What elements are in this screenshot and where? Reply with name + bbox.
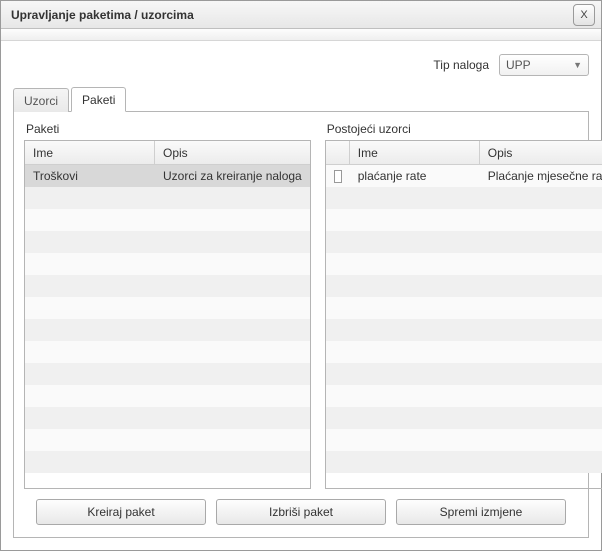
col-header-name[interactable]: Ime xyxy=(350,141,480,164)
table-row xyxy=(25,407,310,429)
table-row xyxy=(25,451,310,473)
close-button[interactable]: X xyxy=(573,4,595,26)
panels: Paketi Ime Opis TroškoviUzorci za kreira… xyxy=(24,122,578,489)
dialog-window: Upravljanje paketima / uzorcima X Tip na… xyxy=(0,0,602,551)
table-row xyxy=(326,429,602,451)
titlebar: Upravljanje paketima / uzorcima X xyxy=(1,1,601,29)
table-row xyxy=(25,319,310,341)
tab-pane-paketi: Paketi Ime Opis TroškoviUzorci za kreira… xyxy=(13,111,589,538)
button-row: Kreiraj paket Izbriši paket Spremi izmje… xyxy=(24,489,578,527)
grid-paketi: Ime Opis TroškoviUzorci za kreiranje nal… xyxy=(24,140,311,489)
tab-bar: Uzorci Paketi xyxy=(13,87,589,111)
table-row xyxy=(326,319,602,341)
col-header-name[interactable]: Ime xyxy=(25,141,155,164)
chevron-down-icon: ▼ xyxy=(573,60,582,70)
table-row xyxy=(25,429,310,451)
order-type-value: UPP xyxy=(506,58,531,72)
panel-uzorci-title: Postojeći uzorci xyxy=(327,122,602,136)
grid-paketi-head: Ime Opis xyxy=(25,141,310,165)
content-area: Tip naloga UPP ▼ Uzorci Paketi Paketi Im… xyxy=(1,41,601,550)
table-row xyxy=(25,363,310,385)
cell-check[interactable] xyxy=(326,170,350,183)
table-row xyxy=(25,209,310,231)
table-row xyxy=(326,363,602,385)
toolbar-strip xyxy=(1,29,601,41)
col-header-desc[interactable]: Opis xyxy=(155,141,310,164)
col-header-check[interactable] xyxy=(326,141,350,164)
grid-uzorci: Ime Opis plaćanje ratePlaćanje mjesečne … xyxy=(325,140,602,489)
row-checkbox[interactable] xyxy=(334,170,342,183)
grid-uzorci-body: plaćanje ratePlaćanje mjesečne rate xyxy=(326,165,602,488)
panel-paketi-title: Paketi xyxy=(26,122,311,136)
table-row xyxy=(326,451,602,473)
cell-desc: Uzorci za kreiranje naloga xyxy=(155,169,310,183)
save-changes-button[interactable]: Spremi izmjene xyxy=(396,499,566,525)
table-row xyxy=(25,275,310,297)
table-row xyxy=(326,231,602,253)
filter-row: Tip naloga UPP ▼ xyxy=(13,51,589,79)
table-row xyxy=(25,385,310,407)
cell-name: plaćanje rate xyxy=(350,169,480,183)
create-package-button[interactable]: Kreiraj paket xyxy=(36,499,206,525)
table-row xyxy=(25,297,310,319)
window-title: Upravljanje paketima / uzorcima xyxy=(11,8,194,22)
table-row xyxy=(326,341,602,363)
cell-name: Troškovi xyxy=(25,169,155,183)
table-row xyxy=(25,341,310,363)
panel-uzorci: Postojeći uzorci Ime Opis plaćanje rateP… xyxy=(325,122,602,489)
table-row xyxy=(326,297,602,319)
table-row xyxy=(326,275,602,297)
cell-desc: Plaćanje mjesečne rate xyxy=(480,169,602,183)
table-row xyxy=(25,231,310,253)
table-row xyxy=(326,209,602,231)
panel-paketi: Paketi Ime Opis TroškoviUzorci za kreira… xyxy=(24,122,311,489)
order-type-select[interactable]: UPP ▼ xyxy=(499,54,589,76)
table-row xyxy=(326,407,602,429)
col-header-desc[interactable]: Opis xyxy=(480,141,602,164)
table-row xyxy=(25,187,310,209)
delete-package-button[interactable]: Izbriši paket xyxy=(216,499,386,525)
grid-uzorci-head: Ime Opis xyxy=(326,141,602,165)
tab-paketi[interactable]: Paketi xyxy=(71,87,126,112)
tab-uzorci[interactable]: Uzorci xyxy=(13,88,69,112)
table-row[interactable]: plaćanje ratePlaćanje mjesečne rate xyxy=(326,165,602,187)
order-type-label: Tip naloga xyxy=(433,58,489,72)
table-row xyxy=(326,253,602,275)
table-row[interactable]: TroškoviUzorci za kreiranje naloga xyxy=(25,165,310,187)
table-row xyxy=(326,385,602,407)
table-row xyxy=(25,253,310,275)
table-row xyxy=(326,187,602,209)
grid-paketi-body: TroškoviUzorci za kreiranje naloga xyxy=(25,165,310,488)
